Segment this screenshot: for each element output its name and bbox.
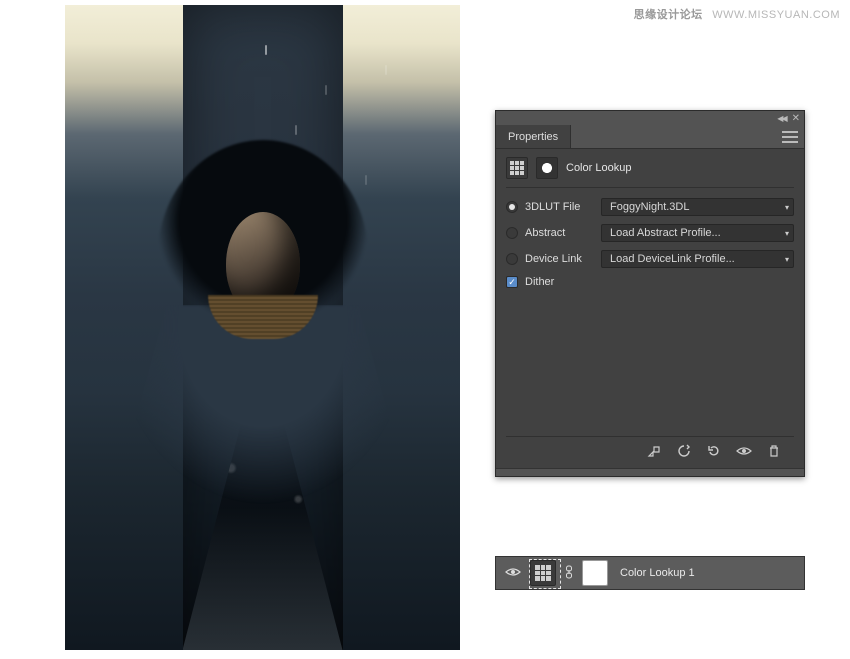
link-icon[interactable] (564, 565, 574, 582)
radio-abstract[interactable] (506, 227, 518, 239)
properties-panel: ◀◀ ✕ Properties Color Lookup 3DLUT File … (495, 110, 805, 477)
chevron-down-icon: ▾ (785, 203, 789, 212)
lookup-grid-icon[interactable] (506, 157, 528, 179)
radio-devicelink[interactable] (506, 253, 518, 265)
tab-properties-label: Properties (508, 131, 558, 143)
label-abstract: Abstract (525, 227, 601, 239)
watermark-url: WWW.MISSYUAN.COM (712, 9, 840, 21)
dropdown-abstract[interactable]: Load Abstract Profile... ▾ (601, 224, 794, 242)
artwork-rain (295, 125, 297, 135)
visibility-icon[interactable] (736, 443, 752, 459)
dropdown-3dlut-value: FoggyNight.3DL (610, 201, 690, 213)
dropdown-abstract-value: Load Abstract Profile... (610, 227, 721, 239)
checkbox-dither[interactable] (506, 276, 518, 288)
view-previous-icon[interactable] (676, 443, 692, 459)
row-3dlut: 3DLUT File FoggyNight.3DL ▾ (506, 198, 794, 216)
label-3dlut: 3DLUT File (525, 201, 601, 213)
reset-icon[interactable] (706, 443, 722, 459)
dropdown-devicelink-value: Load DeviceLink Profile... (610, 253, 735, 265)
chevron-down-icon: ▾ (785, 255, 789, 264)
radio-3dlut[interactable] (506, 201, 518, 213)
panel-tabstrip: Properties (496, 125, 804, 149)
canvas-artwork (65, 5, 460, 650)
panel-bottom-strip (496, 468, 804, 476)
artwork-rain (265, 45, 267, 55)
panel-spacer (506, 296, 794, 436)
row-devicelink: Device Link Load DeviceLink Profile... ▾ (506, 250, 794, 268)
panel-footer (506, 436, 794, 464)
artwork-rain (365, 175, 367, 185)
tab-properties[interactable]: Properties (496, 125, 571, 148)
collapse-icon[interactable]: ◀◀ (777, 114, 785, 123)
panel-body: Color Lookup 3DLUT File FoggyNight.3DL ▾… (496, 149, 804, 468)
dropdown-devicelink[interactable]: Load DeviceLink Profile... ▾ (601, 250, 794, 268)
chevron-down-icon: ▾ (785, 229, 789, 238)
watermark: 思缘设计论坛 WWW.MISSYUAN.COM (634, 6, 840, 22)
layer-row[interactable]: Color Lookup 1 (495, 556, 805, 590)
close-icon[interactable]: ✕ (792, 113, 800, 124)
trash-icon[interactable] (766, 443, 782, 459)
mask-icon[interactable] (536, 157, 558, 179)
layer-name[interactable]: Color Lookup 1 (620, 567, 695, 579)
adjustment-header: Color Lookup (506, 157, 794, 188)
watermark-bold: 思缘设计论坛 (634, 9, 703, 21)
dropdown-3dlut[interactable]: FoggyNight.3DL ▾ (601, 198, 794, 216)
label-dither: Dither (525, 276, 601, 288)
panel-topbar: ◀◀ ✕ (496, 111, 804, 125)
eye-icon[interactable] (504, 566, 522, 581)
layer-adjustment-thumb[interactable] (530, 560, 556, 586)
label-devicelink: Device Link (525, 253, 601, 265)
panel-menu-icon[interactable] (782, 131, 798, 143)
adjustment-title: Color Lookup (566, 162, 631, 174)
artwork-rain (385, 65, 387, 75)
row-dither: Dither (506, 276, 794, 288)
layer-mask-thumb[interactable] (582, 560, 608, 586)
clip-to-layer-icon[interactable] (646, 443, 662, 459)
row-abstract: Abstract Load Abstract Profile... ▾ (506, 224, 794, 242)
artwork-rain (325, 85, 327, 95)
